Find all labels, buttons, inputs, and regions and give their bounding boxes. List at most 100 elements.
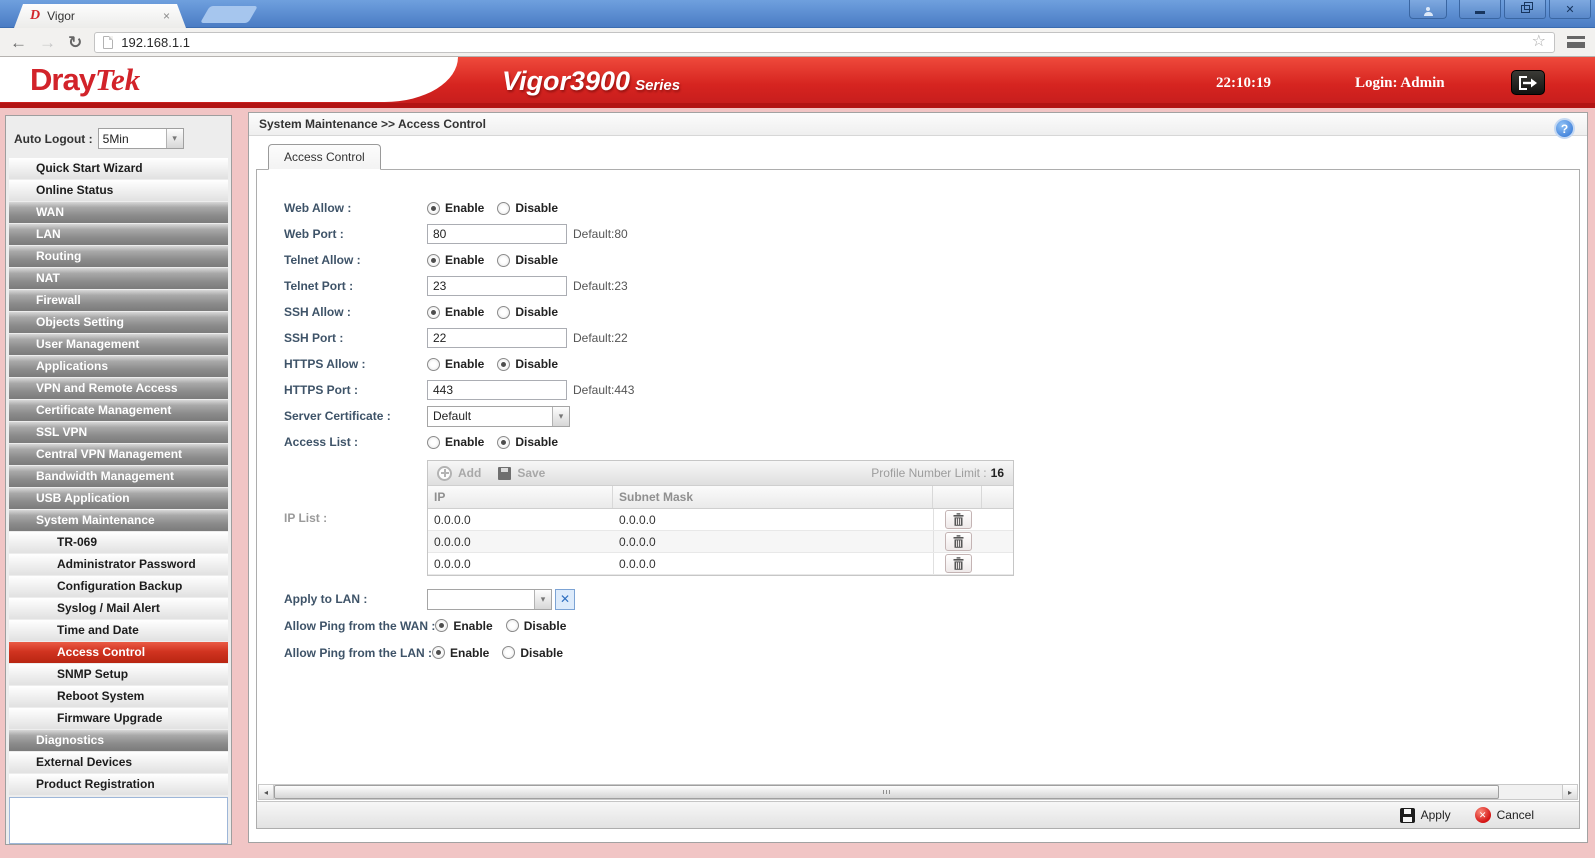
sidebar-item-administrator-password[interactable]: Administrator Password xyxy=(9,554,228,575)
sidebar-item-firewall[interactable]: Firewall xyxy=(9,290,228,311)
help-button[interactable]: ? xyxy=(1554,118,1575,139)
column-header-actions xyxy=(933,486,982,508)
sidebar-item-online-status[interactable]: Online Status xyxy=(9,180,228,201)
ssh-port-input[interactable] xyxy=(427,328,567,348)
delete-row-button[interactable] xyxy=(944,532,972,551)
scrollbar-thumb[interactable] xyxy=(274,785,1499,799)
scroll-left-icon[interactable]: ◂ xyxy=(259,785,274,799)
scroll-right-icon[interactable]: ▸ xyxy=(1562,785,1577,799)
ping-lan-label: Allow Ping from the LAN : xyxy=(284,645,432,660)
cancel-button[interactable]: ✕ Cancel xyxy=(1474,807,1534,823)
access-list-enable-radio[interactable] xyxy=(427,435,440,449)
telnet-port-label: Telnet Port : xyxy=(284,279,354,293)
apply-button[interactable]: Apply xyxy=(1399,807,1451,823)
telnet-allow-disable-radio[interactable] xyxy=(497,253,511,267)
sidebar-item-usb-application[interactable]: USB Application xyxy=(9,488,228,509)
chevron-down-icon: ▾ xyxy=(165,129,183,148)
enable-label: Enable xyxy=(445,201,485,215)
auto-logout-select[interactable]: 5Min ▾ xyxy=(97,128,184,149)
url-text[interactable]: 192.168.1.1 xyxy=(121,35,190,50)
web-allow-disable-radio[interactable] xyxy=(497,201,511,215)
web-allow-enable-radio[interactable] xyxy=(427,201,440,215)
tab-access-control[interactable]: Access Control xyxy=(268,144,381,170)
sidebar-item-syslog-mail-alert[interactable]: Syslog / Mail Alert xyxy=(9,598,228,619)
profile-button[interactable] xyxy=(1409,0,1447,19)
sidebar-item-configuration-backup[interactable]: Configuration Backup xyxy=(9,576,228,597)
sidebar-item-ssl-vpn[interactable]: SSL VPN xyxy=(9,422,228,443)
column-header-subnet-mask: Subnet Mask xyxy=(613,486,933,508)
browser-tab[interactable]: D Vigor × xyxy=(14,4,186,28)
delete-row-button[interactable] xyxy=(944,554,972,573)
server-certificate-select[interactable]: Default ▾ xyxy=(427,405,570,427)
refresh-icon[interactable]: ↻ xyxy=(68,34,82,51)
sidebar-item-certificate-management[interactable]: Certificate Management xyxy=(9,400,228,421)
sidebar-item-wan[interactable]: WAN xyxy=(9,202,228,223)
sidebar-item-central-vpn-management[interactable]: Central VPN Management xyxy=(9,444,228,465)
close-window-button[interactable]: ✕ xyxy=(1549,0,1591,19)
save-button[interactable]: Save xyxy=(498,466,545,480)
sidebar-item-bandwidth-management[interactable]: Bandwidth Management xyxy=(9,466,228,487)
sidebar-item-snmp-setup[interactable]: SNMP Setup xyxy=(9,664,228,685)
ping-wan-disable-radio[interactable] xyxy=(505,619,519,632)
https-allow-enable-radio[interactable] xyxy=(427,357,440,371)
access-list-disable-radio[interactable] xyxy=(497,435,511,449)
sidebar-item-routing[interactable]: Routing xyxy=(9,246,228,267)
sidebar-item-diagnostics[interactable]: Diagnostics xyxy=(9,730,228,751)
forward-icon[interactable]: → xyxy=(39,34,56,51)
apply-to-lan-select[interactable]: ▾ xyxy=(427,588,552,610)
ping-lan-disable-radio[interactable] xyxy=(502,646,516,659)
sidebar-item-nat[interactable]: NAT xyxy=(9,268,228,289)
telnet-port-row: Telnet Port : Default:23 xyxy=(257,273,1579,299)
sidebar-item-lan[interactable]: LAN xyxy=(9,224,228,245)
web-port-row: Web Port : Default:80 xyxy=(257,221,1579,247)
disable-label: Disable xyxy=(523,618,567,633)
sidebar-item-access-control[interactable]: Access Control xyxy=(9,642,228,663)
sidebar-notes-box xyxy=(9,797,228,844)
new-tab-button[interactable] xyxy=(200,6,258,23)
ping-wan-label: Allow Ping from the WAN : xyxy=(284,618,436,633)
sidebar-item-tr-069[interactable]: TR-069 xyxy=(9,532,228,553)
sidebar-item-quick-start-wizard[interactable]: Quick Start Wizard xyxy=(9,158,228,179)
sidebar-item-reboot-system[interactable]: Reboot System xyxy=(9,686,228,707)
apply-to-lan-label: Apply to LAN : xyxy=(284,592,368,606)
ssh-allow-enable-radio[interactable] xyxy=(427,305,440,319)
browser-menu-icon[interactable] xyxy=(1567,36,1585,48)
telnet-port-input[interactable] xyxy=(427,276,567,296)
product-name-text: Vigor3900 xyxy=(502,66,631,96)
minimize-button[interactable] xyxy=(1459,0,1501,19)
ping-wan-enable-radio[interactable] xyxy=(435,619,449,632)
ip-cell: 0.0.0.0 xyxy=(434,534,471,549)
sidebar-item-firmware-upgrade[interactable]: Firmware Upgrade xyxy=(9,708,228,729)
https-allow-disable-radio[interactable] xyxy=(497,357,511,371)
sidebar-item-objects-setting[interactable]: Objects Setting xyxy=(9,312,228,333)
close-tab-icon[interactable]: × xyxy=(163,10,170,22)
enable-label: Enable xyxy=(445,435,485,449)
telnet-allow-enable-radio[interactable] xyxy=(427,253,440,267)
sidebar-item-applications[interactable]: Applications xyxy=(9,356,228,377)
sidebar-item-user-management[interactable]: User Management xyxy=(9,334,228,355)
clear-selection-button[interactable]: ✕ xyxy=(555,588,575,610)
delete-row-button[interactable] xyxy=(944,510,972,529)
bookmark-star-icon[interactable]: ☆ xyxy=(1532,34,1546,50)
add-button[interactable]: Add xyxy=(437,465,481,481)
page-icon xyxy=(103,35,114,49)
sidebar-item-external-devices[interactable]: External Devices xyxy=(9,752,228,773)
sidebar-item-vpn-and-remote-access[interactable]: VPN and Remote Access xyxy=(9,378,228,399)
horizontal-scrollbar[interactable]: ◂ ▸ xyxy=(258,784,1578,800)
back-icon[interactable]: ← xyxy=(10,34,27,51)
telnet-allow-row: Telnet Allow : Enable Disable xyxy=(257,247,1579,273)
https-port-input[interactable] xyxy=(427,380,567,400)
ping-lan-row: Allow Ping from the LAN : Enable Disable xyxy=(257,639,1579,666)
logout-button[interactable] xyxy=(1511,70,1545,95)
sidebar-item-time-and-date[interactable]: Time and Date xyxy=(9,620,228,641)
ping-lan-enable-radio[interactable] xyxy=(432,646,445,659)
sidebar-item-system-maintenance[interactable]: System Maintenance xyxy=(9,510,228,531)
breadcrumb: System Maintenance >> Access Control xyxy=(249,113,1587,136)
web-port-input[interactable] xyxy=(427,224,567,244)
sidebar-item-product-registration[interactable]: Product Registration xyxy=(9,774,228,795)
ssh-allow-disable-radio[interactable] xyxy=(497,305,511,319)
url-bar[interactable]: 192.168.1.1 ☆ xyxy=(94,31,1555,53)
restore-button[interactable] xyxy=(1504,0,1546,19)
disable-label: Disable xyxy=(515,201,559,215)
ip-list-table: Add Save Profile Number Limit :16 IP Sub… xyxy=(427,460,1014,576)
